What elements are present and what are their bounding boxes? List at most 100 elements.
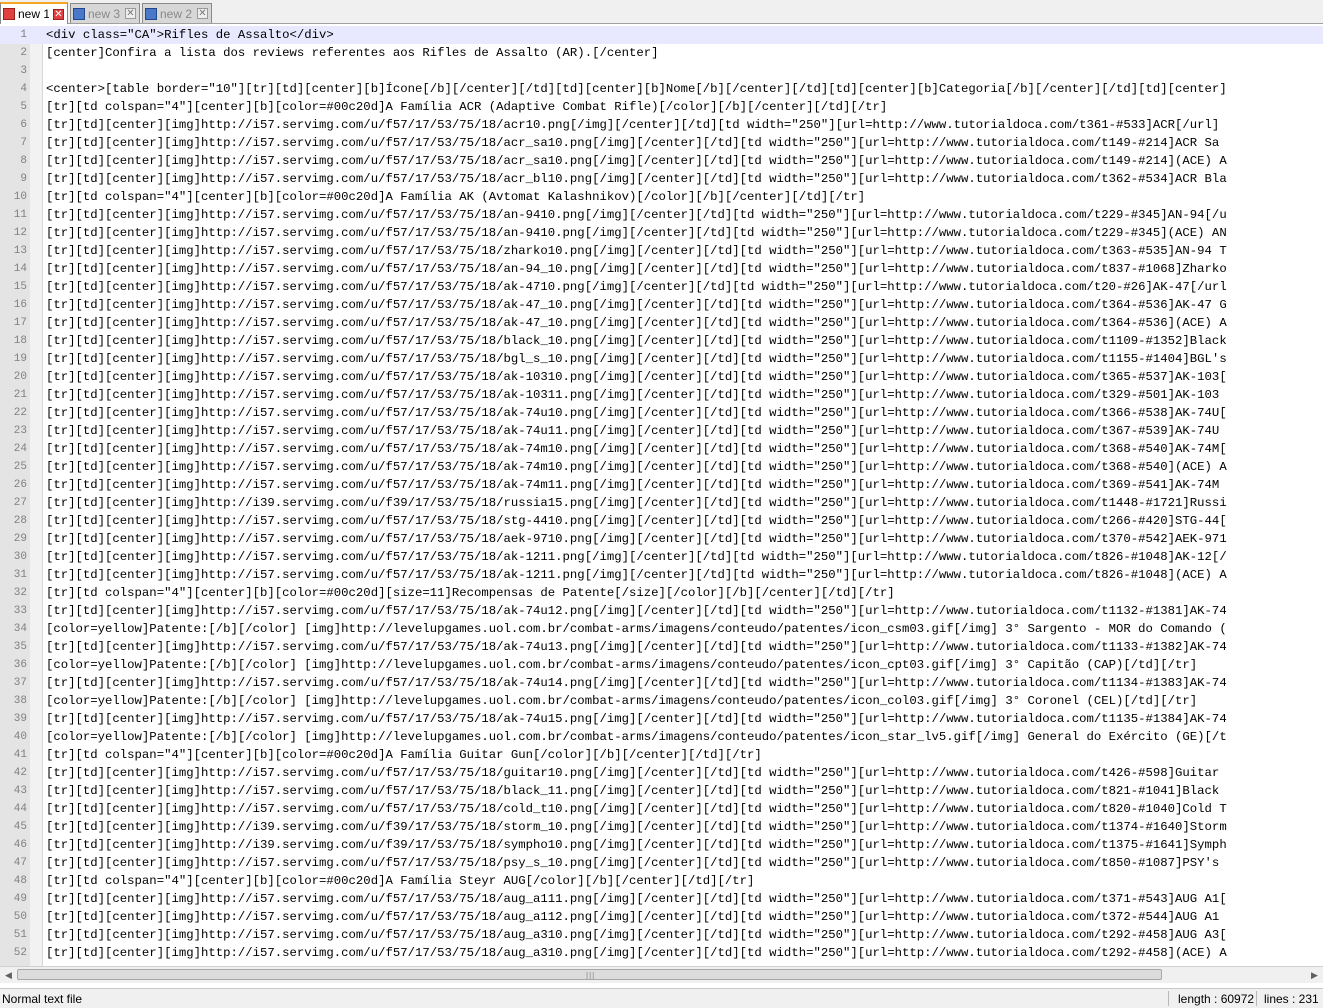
close-tab-icon[interactable]: ✕ [125,8,136,19]
code-line[interactable]: 34 [color=yellow]Patente:[/b][/color] [im… [0,620,1323,638]
code-line[interactable]: 13 [tr][td][center][img]http://i57.servim… [0,242,1323,260]
code-line[interactable]: 41 [tr][td colspan="4"][center][b][color=… [0,746,1323,764]
line-text[interactable]: [tr][td colspan="4"][center][b][color=#0… [46,746,762,764]
horizontal-scrollbar[interactable]: ◀ ||| ▶ [0,966,1323,983]
line-text[interactable]: [tr][td][center][img]http://i57.servimg.… [46,296,1227,314]
line-text[interactable]: [tr][td][center][img]http://i57.servimg.… [46,602,1227,620]
code-line[interactable]: 40 [color=yellow]Patente:[/b][/color] [im… [0,728,1323,746]
code-line[interactable]: 18 [tr][td][center][img]http://i57.servim… [0,332,1323,350]
code-line[interactable]: 47 [tr][td][center][img]http://i57.servim… [0,854,1323,872]
code-line[interactable]: 11 [tr][td][center][img]http://i57.servim… [0,206,1323,224]
code-line[interactable]: 48 [tr][td colspan="4"][center][b][color=… [0,872,1323,890]
line-text[interactable]: [tr][td][center][img]http://i57.servimg.… [46,638,1227,656]
code-line[interactable]: 23 [tr][td][center][img]http://i57.servim… [0,422,1323,440]
line-text[interactable]: [tr][td colspan="4"][center][b][color=#0… [46,98,887,116]
code-line[interactable]: 50 [tr][td][center][img]http://i57.servim… [0,908,1323,926]
code-line[interactable]: 8 [tr][td][center][img]http://i57.servimg… [0,152,1323,170]
line-text[interactable]: [tr][td][center][img]http://i57.servimg.… [46,242,1227,260]
code-lines[interactable]: 1 <div class="CA">Rifles de Assalto</div>… [0,26,1323,962]
code-line[interactable]: 35 [tr][td][center][img]http://i57.servim… [0,638,1323,656]
code-line[interactable]: 51 [tr][td][center][img]http://i57.servim… [0,926,1323,944]
line-text[interactable]: [tr][td][center][img]http://i57.servimg.… [46,530,1227,548]
code-line[interactable]: 49 [tr][td][center][img]http://i57.servim… [0,890,1323,908]
line-text[interactable]: [tr][td][center][img]http://i57.servimg.… [46,278,1227,296]
code-line[interactable]: 33 [tr][td][center][img]http://i57.servim… [0,602,1323,620]
line-text[interactable]: [tr][td][center][img]http://i57.servimg.… [46,260,1227,278]
code-line[interactable]: 22 [tr][td][center][img]http://i57.servim… [0,404,1323,422]
code-line[interactable]: 30 [tr][td][center][img]http://i57.servim… [0,548,1323,566]
line-text[interactable]: [tr][td][center][img]http://i57.servimg.… [46,170,1227,188]
line-text[interactable]: [color=yellow]Patente:[/b][/color] [img]… [46,656,1197,674]
line-text[interactable]: [tr][td][center][img]http://i57.servimg.… [46,926,1227,944]
code-line[interactable]: 32 [tr][td colspan="4"][center][b][color=… [0,584,1323,602]
code-line[interactable]: 39 [tr][td][center][img]http://i57.servim… [0,710,1323,728]
line-text[interactable]: [tr][td][center][img]http://i57.servimg.… [46,512,1227,530]
line-text[interactable]: [tr][td][center][img]http://i57.servimg.… [46,710,1227,728]
scroll-left-icon[interactable]: ◀ [0,967,17,983]
line-text[interactable]: [tr][td][center][img]http://i57.servimg.… [46,350,1227,368]
code-line[interactable]: 28 [tr][td][center][img]http://i57.servim… [0,512,1323,530]
line-text[interactable]: [tr][td][center][img]http://i57.servimg.… [46,134,1219,152]
line-text[interactable]: [tr][td][center][img]http://i57.servimg.… [46,152,1227,170]
line-text[interactable]: [tr][td colspan="4"][center][b][color=#0… [46,188,865,206]
line-text[interactable]: [tr][td][center][img]http://i57.servimg.… [46,314,1227,332]
line-text[interactable]: [tr][td][center][img]http://i57.servimg.… [46,116,1219,134]
code-line[interactable]: 37 [tr][td][center][img]http://i57.servim… [0,674,1323,692]
line-text[interactable]: [color=yellow]Patente:[/b][/color] [img]… [46,620,1227,638]
code-line[interactable]: 10 [tr][td colspan="4"][center][b][color=… [0,188,1323,206]
line-text[interactable]: [tr][td][center][img]http://i57.servimg.… [46,206,1227,224]
line-text[interactable]: [tr][td][center][img]http://i57.servimg.… [46,404,1227,422]
line-text[interactable]: [tr][td][center][img]http://i39.servimg.… [46,818,1227,836]
code-line[interactable]: 9 [tr][td][center][img]http://i57.servimg… [0,170,1323,188]
code-line[interactable]: 36 [color=yellow]Patente:[/b][/color] [im… [0,656,1323,674]
code-line[interactable]: 19 [tr][td][center][img]http://i57.servim… [0,350,1323,368]
code-line[interactable]: 45 [tr][td][center][img]http://i39.servim… [0,818,1323,836]
code-line[interactable]: 46 [tr][td][center][img]http://i39.servim… [0,836,1323,854]
code-line[interactable]: 42 [tr][td][center][img]http://i57.servim… [0,764,1323,782]
line-text[interactable]: [tr][td][center][img]http://i57.servimg.… [46,458,1227,476]
line-text[interactable]: [tr][td][center][img]http://i57.servimg.… [46,548,1227,566]
line-text[interactable]: <div class="CA">Rifles de Assalto</div> [46,26,334,44]
line-text[interactable]: [color=yellow]Patente:[/b][/color] [img]… [46,728,1227,746]
line-text[interactable]: [tr][td][center][img]http://i57.servimg.… [46,908,1227,926]
line-text[interactable]: [tr][td colspan="4"][center][b][color=#0… [46,872,754,890]
code-line[interactable]: 6 [tr][td][center][img]http://i57.servimg… [0,116,1323,134]
code-line[interactable]: 1 <div class="CA">Rifles de Assalto</div> [0,26,1323,44]
line-text[interactable]: [tr][td][center][img]http://i57.servimg.… [46,944,1227,962]
line-text[interactable]: [tr][td][center][img]http://i57.servimg.… [46,422,1227,440]
line-text[interactable]: [tr][td][center][img]http://i57.servimg.… [46,800,1227,818]
code-line[interactable]: 7 [tr][td][center][img]http://i57.servimg… [0,134,1323,152]
line-text[interactable]: [center]Confira a lista dos reviews refe… [46,44,659,62]
tab-new-3[interactable]: new 3 ✕ [70,3,140,23]
code-line[interactable]: 4 <center>[table border="10"][tr][td][cen… [0,80,1323,98]
scrollbar-thumb[interactable]: ||| [17,969,1162,980]
line-text[interactable]: [tr][td colspan="4"][center][b][color=#0… [46,584,895,602]
line-text[interactable]: [tr][td][center][img]http://i57.servimg.… [46,566,1227,584]
code-line[interactable]: 14 [tr][td][center][img]http://i57.servim… [0,260,1323,278]
code-line[interactable]: 24 [tr][td][center][img]http://i57.servim… [0,440,1323,458]
line-text[interactable]: [tr][td][center][img]http://i57.servimg.… [46,476,1227,494]
scroll-right-icon[interactable]: ▶ [1306,967,1323,983]
code-line[interactable]: 16 [tr][td][center][img]http://i57.servim… [0,296,1323,314]
code-line[interactable]: 52 [tr][td][center][img]http://i57.servim… [0,944,1323,962]
code-line[interactable]: 20 [tr][td][center][img]http://i57.servim… [0,368,1323,386]
code-line[interactable]: 31 [tr][td][center][img]http://i57.servim… [0,566,1323,584]
line-text[interactable]: [tr][td][center][img]http://i57.servimg.… [46,854,1227,872]
code-line[interactable]: 29 [tr][td][center][img]http://i57.servim… [0,530,1323,548]
code-line[interactable]: 17 [tr][td][center][img]http://i57.servim… [0,314,1323,332]
line-text[interactable]: [tr][td][center][img]http://i57.servimg.… [46,332,1227,350]
code-line[interactable]: 27 [tr][td][center][img]http://i39.servim… [0,494,1323,512]
line-text[interactable]: [tr][td][center][img]http://i57.servimg.… [46,674,1227,692]
code-line[interactable]: 21 [tr][td][center][img]http://i57.servim… [0,386,1323,404]
line-text[interactable]: [tr][td][center][img]http://i57.servimg.… [46,224,1227,242]
line-text[interactable]: [tr][td][center][img]http://i39.servimg.… [46,494,1227,512]
code-line[interactable]: 25 [tr][td][center][img]http://i57.servim… [0,458,1323,476]
line-text[interactable]: <center>[table border="10"][tr][td][cent… [46,80,1227,98]
text-editor[interactable]: 1 <div class="CA">Rifles de Assalto</div>… [0,26,1323,966]
code-line[interactable]: 12 [tr][td][center][img]http://i57.servim… [0,224,1323,242]
code-line[interactable]: 44 [tr][td][center][img]http://i57.servim… [0,800,1323,818]
tab-new-1[interactable]: new 1 ✕ [0,2,68,24]
code-line[interactable]: 15 [tr][td][center][img]http://i57.servim… [0,278,1323,296]
close-tab-icon[interactable]: ✕ [53,8,64,20]
line-text[interactable]: [tr][td][center][img]http://i57.servimg.… [46,440,1227,458]
